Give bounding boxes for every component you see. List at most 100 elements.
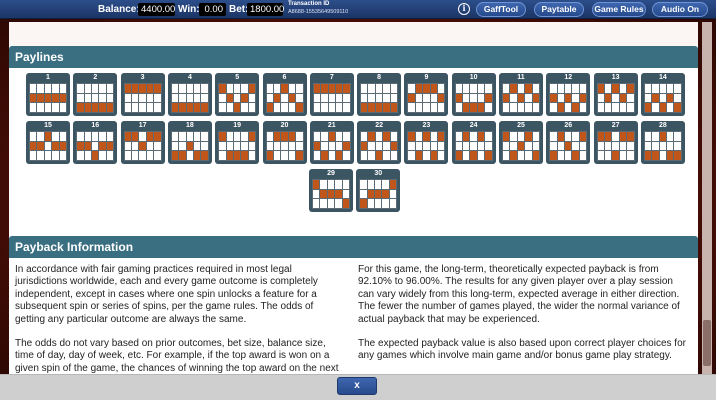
payline-cell-active <box>37 93 44 103</box>
payline-cell <box>565 151 572 160</box>
payback-paragraph: The expected payback value is also based… <box>358 338 686 362</box>
paytable-button[interactable]: Paytable <box>534 2 584 17</box>
payline-cell-active <box>579 132 587 141</box>
payline-number: 16 <box>91 122 100 129</box>
payline-cell <box>139 151 146 160</box>
payline-cell <box>281 93 288 103</box>
payline-cell-active <box>485 93 492 103</box>
payline-cell-active <box>470 151 477 160</box>
payline-cell <box>455 103 463 112</box>
payline-cell-active <box>550 151 557 160</box>
payline-cell <box>597 93 604 103</box>
payline-cell <box>667 84 674 93</box>
payline-cell <box>146 93 154 103</box>
payline-cell <box>131 93 139 103</box>
game-rules-button[interactable]: Game Rules <box>592 2 646 17</box>
payline-17: 17 <box>120 121 165 164</box>
payline-number: 6 <box>282 74 287 81</box>
payline-24: 24 <box>451 121 496 164</box>
gafftool-button[interactable]: GaffTool <box>476 2 526 17</box>
payline-cell <box>644 84 652 93</box>
close-button[interactable]: x <box>337 377 377 395</box>
payline-cell-active <box>99 141 106 151</box>
payline-cell <box>248 141 256 151</box>
payline-cell <box>652 132 659 141</box>
payline-cell-active <box>186 141 194 151</box>
payline-cell <box>241 84 248 93</box>
payline-cell <box>463 84 470 93</box>
payline-cell-active <box>477 132 485 141</box>
payline-cell <box>565 84 572 93</box>
payline-cell <box>186 84 194 93</box>
payline-cell-active <box>470 103 477 112</box>
payline-cell <box>343 132 350 141</box>
payline-3: 3 <box>120 73 165 116</box>
paylines-grid: 1 2 3 4 5 6 7 8 9 10 11 12 13 14 15 16 17 18 19 20 21 22 23 24 2… <box>9 68 698 246</box>
payline-cell <box>335 180 342 189</box>
payline-cell <box>597 103 604 112</box>
payline-cell <box>415 132 423 141</box>
payline-cell <box>667 103 674 112</box>
payline-cell <box>383 151 390 160</box>
payline-cell <box>52 151 59 160</box>
payline-cell <box>313 132 321 141</box>
payline-cell <box>241 103 248 112</box>
payline-cell-active <box>361 103 368 112</box>
payline-cell-active <box>423 132 430 141</box>
payline-cell-active <box>59 93 66 103</box>
payline-cell <box>572 93 579 103</box>
payline-cell-active <box>510 151 517 160</box>
payline-cell <box>470 93 477 103</box>
payline-cell <box>361 151 368 160</box>
payline-cell <box>343 151 350 160</box>
payline-cell <box>572 141 579 151</box>
audio-on-button[interactable]: Audio On <box>652 2 708 17</box>
payline-cell <box>313 93 321 103</box>
payline-cell-active <box>415 151 423 160</box>
payline-cell <box>408 84 415 93</box>
payline-number: 26 <box>564 122 573 129</box>
payline-cell-active <box>194 103 201 112</box>
payline-cell <box>361 84 368 93</box>
payline-cell <box>194 93 201 103</box>
payline-cell <box>99 84 106 93</box>
payline-cell-active <box>415 84 423 93</box>
payback-paragraph: For this game, the long-term, theoretica… <box>358 264 680 325</box>
payline-13: 13 <box>593 73 638 116</box>
payline-cell <box>30 151 37 160</box>
payline-cell <box>408 103 415 112</box>
payline-cell-active <box>368 103 375 112</box>
payline-cell-active <box>37 141 44 151</box>
payline-cell <box>44 141 52 151</box>
payline-cell <box>503 84 510 93</box>
payline-cell <box>368 93 375 103</box>
payline-cell <box>619 84 627 93</box>
payline-cell <box>335 141 343 151</box>
payline-cell-active <box>131 132 139 141</box>
payline-cell-active <box>335 189 342 199</box>
info-icon[interactable]: i <box>458 3 470 15</box>
payline-number: 27 <box>611 122 620 129</box>
payline-cell <box>288 103 296 112</box>
payline-cell-active <box>627 132 634 141</box>
payline-cell <box>92 132 99 141</box>
payline-cell-active <box>84 141 92 151</box>
payline-cell <box>84 132 92 141</box>
scrollbar-thumb[interactable] <box>703 320 711 366</box>
payline-cell <box>171 132 179 141</box>
payline-cell <box>604 151 612 160</box>
payline-pattern <box>312 83 351 113</box>
payline-pattern <box>76 83 115 113</box>
payline-cell <box>335 199 342 208</box>
payline-cell <box>627 141 634 151</box>
payline-cell <box>296 141 303 151</box>
payline-cell-active <box>248 84 256 93</box>
payline-cell-active <box>517 141 525 151</box>
payline-cell-active <box>612 151 619 160</box>
payline-cell <box>597 141 604 151</box>
payline-pattern <box>454 83 493 113</box>
payline-cell <box>659 141 667 151</box>
payline-cell-active <box>644 103 652 112</box>
payline-cell-active <box>328 84 335 93</box>
payline-cell <box>84 84 92 93</box>
